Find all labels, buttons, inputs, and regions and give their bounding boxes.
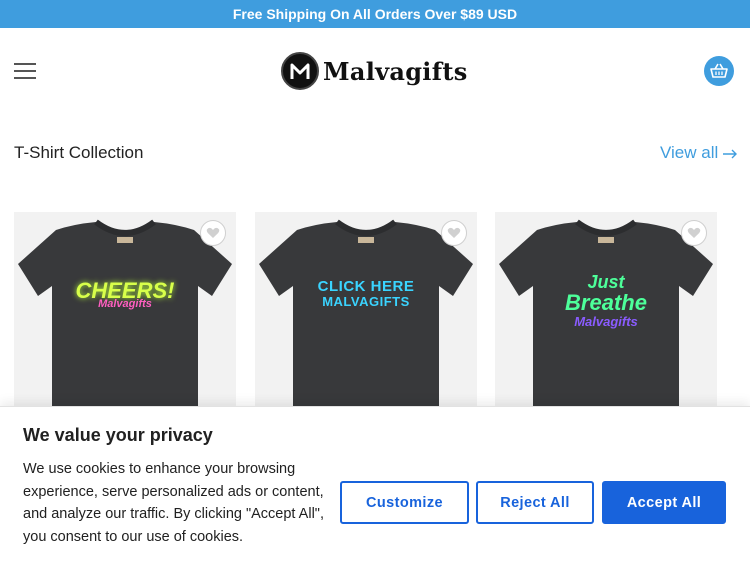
shirt-print-line2: Malvagifts [98, 298, 152, 310]
product-card[interactable]: CLICK HERE MALVAGIFTS [255, 212, 477, 412]
product-card[interactable]: Just Breathe Malvagifts [495, 212, 717, 412]
shirt-print-line2: Breathe [565, 290, 647, 315]
shirt-print-line3: Malvagifts [574, 314, 638, 329]
product-card[interactable]: CHEERS! Malvagifts [14, 212, 236, 412]
collection-title: T-Shirt Collection [14, 143, 144, 162]
cart-button[interactable] [704, 56, 734, 86]
cookie-title: We value your privacy [23, 425, 213, 445]
cookie-consent-banner: We value your privacy We use cookies to … [0, 406, 750, 563]
customize-button[interactable]: Customize [340, 481, 469, 524]
logo-text: Malvagifts [323, 56, 468, 86]
accept-all-button[interactable]: Accept All [602, 481, 726, 524]
wishlist-button[interactable] [681, 220, 707, 246]
shirt-print-line1: CLICK HERE [317, 278, 415, 295]
arrow-right-icon [723, 149, 738, 159]
heart-icon [687, 227, 701, 238]
cookie-text: We use cookies to enhance your browsing … [23, 461, 324, 545]
hamburger-menu-icon[interactable] [14, 62, 38, 80]
wishlist-button[interactable] [200, 220, 226, 246]
reject-all-button[interactable]: Reject All [476, 481, 594, 524]
announcement-bar: Free Shipping On All Orders Over $89 USD [0, 0, 750, 28]
site-header: Malvagifts [0, 28, 750, 112]
heart-icon [447, 227, 461, 238]
announcement-text: Free Shipping On All Orders Over $89 USD [232, 6, 518, 22]
logo-mark-icon [281, 52, 319, 90]
view-all-link[interactable]: View all [660, 143, 738, 163]
wishlist-button[interactable] [441, 220, 467, 246]
shirt-print-line2: MALVAGIFTS [322, 294, 410, 309]
heart-icon [206, 227, 220, 238]
basket-icon [710, 63, 728, 78]
view-all-label: View all [660, 143, 719, 162]
site-logo[interactable]: Malvagifts [281, 51, 471, 91]
